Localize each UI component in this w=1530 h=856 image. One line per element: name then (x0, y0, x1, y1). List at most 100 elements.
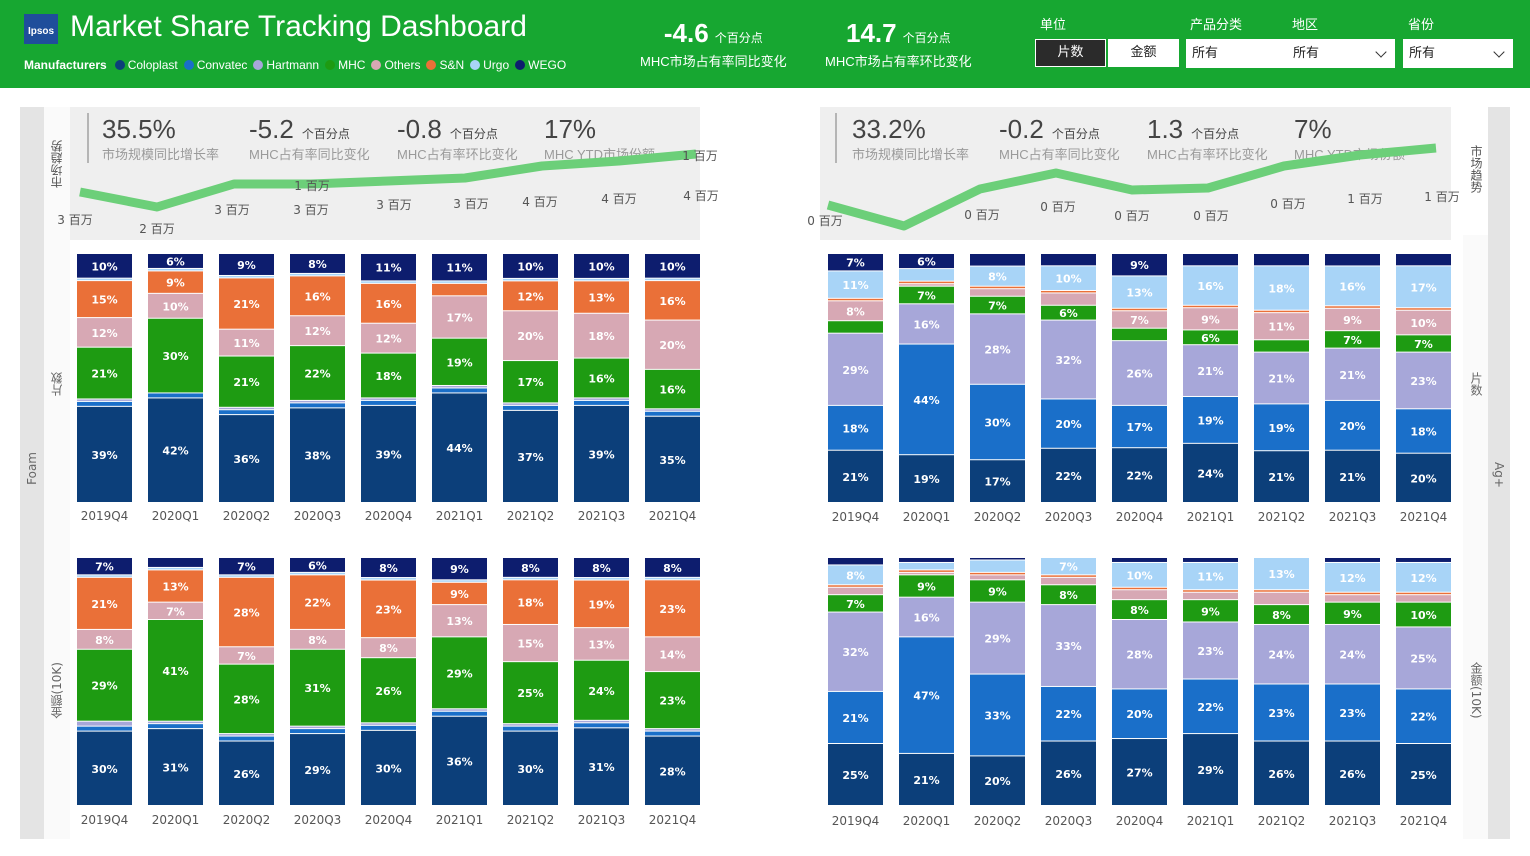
bar-segment[interactable] (1396, 254, 1451, 266)
bar-segment[interactable] (503, 577, 558, 580)
bar-segment[interactable] (77, 575, 132, 577)
bar-segment[interactable] (148, 567, 203, 570)
bar-segment[interactable] (1254, 340, 1309, 352)
bar-segment[interactable] (645, 411, 700, 416)
bar-segment[interactable] (645, 729, 700, 731)
bar-segment[interactable] (503, 403, 558, 405)
bar-segment[interactable] (503, 278, 558, 281)
bar-segment[interactable] (970, 572, 1025, 575)
bar-segment[interactable] (828, 558, 883, 565)
bar-segment[interactable] (1112, 558, 1167, 562)
bar-segment[interactable] (574, 723, 629, 728)
bar-segment[interactable] (290, 729, 345, 734)
bar-segment[interactable] (290, 572, 345, 575)
bar-segment[interactable] (645, 278, 700, 281)
bar-segment[interactable] (1041, 577, 1096, 585)
bar-segment[interactable] (290, 400, 345, 403)
bar-segment[interactable] (148, 721, 203, 724)
bar-segment[interactable] (899, 572, 954, 575)
bar-segment[interactable] (219, 736, 274, 741)
bar-segment[interactable] (432, 385, 487, 388)
bar-segment[interactable] (1183, 590, 1238, 592)
bar-segment[interactable] (899, 570, 954, 572)
bar-segment[interactable] (77, 726, 132, 731)
bar-segment[interactable] (1183, 305, 1238, 308)
bar-segment[interactable] (970, 575, 1025, 580)
bar-segment[interactable] (828, 298, 883, 301)
bar-segment[interactable] (503, 724, 558, 726)
bar-segment[interactable] (503, 405, 558, 410)
bar-segment[interactable] (361, 398, 416, 400)
bar-segment[interactable] (1112, 328, 1167, 341)
bar-segment[interactable] (1325, 306, 1380, 308)
bar-segment[interactable] (574, 398, 629, 400)
bar-segment[interactable] (361, 281, 416, 283)
bar-segment[interactable] (1254, 592, 1309, 605)
bar-segment[interactable] (1254, 254, 1309, 266)
bar-segment[interactable] (899, 269, 954, 281)
bar-segment[interactable] (361, 725, 416, 730)
bar-segment[interactable] (1183, 254, 1238, 266)
bar-segment[interactable] (645, 577, 700, 580)
bar-segment[interactable] (1041, 293, 1096, 305)
bar-segment[interactable] (828, 321, 883, 333)
bar-segment[interactable] (1325, 595, 1380, 602)
bar-segment[interactable] (290, 403, 345, 408)
bar-segment[interactable] (1396, 592, 1451, 595)
bar-segment[interactable] (1396, 595, 1451, 602)
bar-segment[interactable] (899, 562, 954, 570)
bar-segment[interactable] (1325, 592, 1380, 595)
bar-segment[interactable] (1112, 587, 1167, 590)
bar-segment[interactable] (1183, 592, 1238, 600)
bar-segment[interactable] (361, 400, 416, 405)
bar-segment[interactable] (361, 578, 416, 580)
bar-segment[interactable] (148, 558, 203, 567)
bar-segment[interactable] (970, 289, 1025, 296)
bar-segment[interactable] (899, 558, 954, 562)
bar-segment[interactable] (219, 410, 274, 415)
bar-segment[interactable] (148, 724, 203, 729)
bar-segment[interactable] (503, 726, 558, 731)
bar-segment[interactable] (970, 558, 1025, 560)
bar-segment[interactable] (970, 254, 1025, 266)
bar-segment[interactable] (828, 585, 883, 587)
bar-segment[interactable] (361, 723, 416, 725)
bar-segment[interactable] (574, 578, 629, 580)
bar-segment[interactable] (432, 281, 487, 283)
bar-segment[interactable] (148, 268, 203, 271)
bar-segment[interactable] (1041, 575, 1096, 577)
bar-segment[interactable] (1041, 290, 1096, 293)
bar-segment[interactable] (1112, 308, 1167, 311)
bar-segment[interactable] (574, 720, 629, 723)
bar-segment[interactable] (432, 711, 487, 716)
bar-segment[interactable] (1112, 590, 1167, 600)
bar-segment[interactable] (1254, 310, 1309, 313)
bar-segment[interactable] (970, 560, 1025, 572)
bar-segment[interactable] (1254, 590, 1309, 592)
bar-segment[interactable] (219, 575, 274, 577)
bar-segment[interactable] (219, 407, 274, 410)
bar-segment[interactable] (77, 401, 132, 406)
bar-segment[interactable] (432, 709, 487, 711)
bar-segment[interactable] (290, 273, 345, 276)
bar-segment[interactable] (432, 283, 487, 296)
bar-segment[interactable] (148, 393, 203, 398)
bar-segment[interactable] (828, 587, 883, 595)
bar-segment[interactable] (1396, 308, 1451, 310)
bar-segment[interactable] (432, 388, 487, 393)
bar-segment[interactable] (219, 734, 274, 736)
bar-segment[interactable] (1183, 558, 1238, 562)
bar-segment[interactable] (574, 278, 629, 281)
bar-segment[interactable] (77, 399, 132, 401)
bar-segment[interactable] (899, 284, 954, 286)
bar-segment[interactable] (645, 409, 700, 411)
bar-segment[interactable] (1396, 558, 1451, 562)
bar-segment[interactable] (1325, 558, 1380, 562)
bar-segment[interactable] (899, 281, 954, 284)
bar-segment[interactable] (290, 726, 345, 729)
bar-segment[interactable] (970, 286, 1025, 289)
bar-segment[interactable] (219, 275, 274, 278)
bar-segment[interactable] (77, 721, 132, 726)
bar-segment[interactable] (77, 278, 132, 281)
bar-segment[interactable] (1041, 254, 1096, 266)
